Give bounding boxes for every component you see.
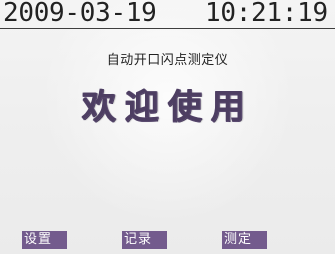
records-softkey[interactable]: 记录 xyxy=(122,231,167,249)
current-time: 10:21:19 xyxy=(205,0,328,28)
device-name: 自动开口闪点测定仪 xyxy=(106,53,229,68)
status-bar: 2009-03-19 10:21:19 xyxy=(0,0,335,29)
measure-softkey[interactable]: 测定 xyxy=(222,231,267,249)
lcd-screen: 2009-03-19 10:21:19 自动开口闪点测定仪 欢迎使用 设置 记录… xyxy=(0,0,335,254)
settings-softkey[interactable]: 设置 xyxy=(22,231,67,249)
welcome-text: 欢迎使用 xyxy=(81,87,254,127)
current-date: 2009-03-19 xyxy=(3,0,157,28)
